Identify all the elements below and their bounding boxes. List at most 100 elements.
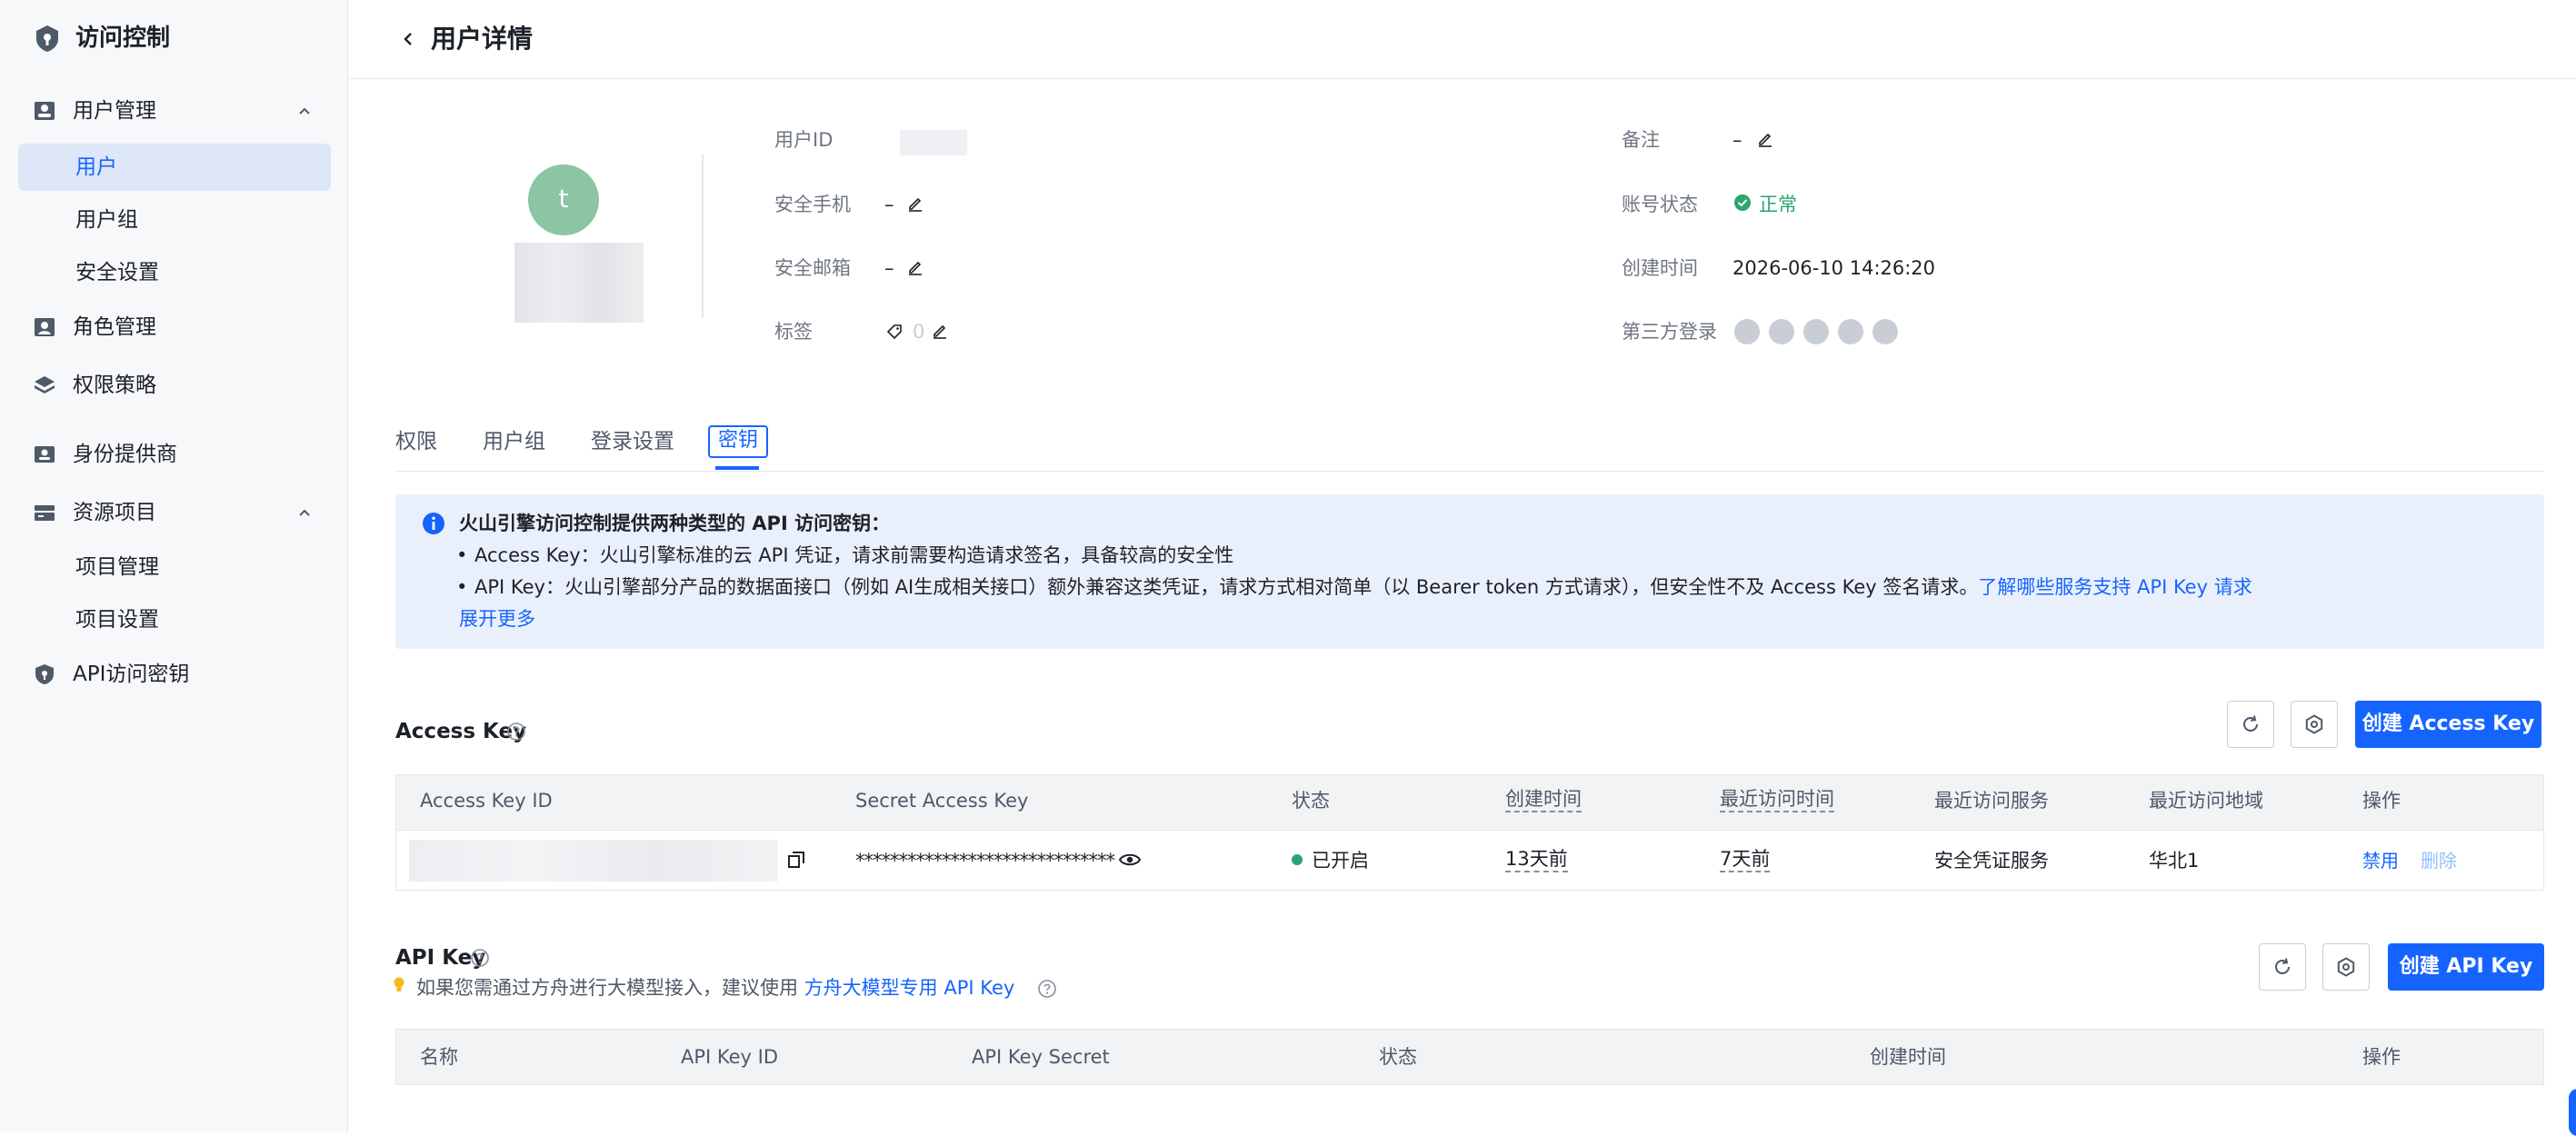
info-title: 火山引擎访问控制提供两种类型的 API 访问密钥： [459,513,891,534]
status-dot [1292,854,1303,865]
shield-key-icon [35,664,54,684]
toutiao-login-icon [1838,319,1863,344]
remark-label: 备注 [1622,129,1660,151]
secret-access-key-masked: ****************************** [855,850,1115,872]
col-last-access-time: 最近访问时间 [1720,787,1834,812]
security-phone-value: – [884,194,894,215]
page-title: 用户详情 [431,24,534,54]
access-key-id-blurred [409,840,778,882]
tab-permissions[interactable]: 权限 [395,426,437,457]
account-status-label: 账号状态 [1622,194,1698,215]
tag-icon [886,324,902,340]
col-actions: 操作 [2362,1046,2401,1068]
status-enabled: 已开启 [1312,850,1369,872]
page-header [348,0,2576,79]
ark-api-key-link[interactable]: 方舟大模型专用 API Key [804,977,1015,999]
sidebar-item-user-management[interactable]: 用户管理 [0,87,347,135]
sidebar-subitem-label: 用户组 [75,208,138,232]
delete-link[interactable]: 删除 [2421,847,2457,874]
col-status: 状态 [1292,790,1330,812]
edit-icon[interactable] [906,194,924,213]
info-bullet-access-key: Access Key：火山引擎标准的云 API 凭证，请求前需要构造请求签名，具… [474,544,1234,566]
tab-active-indicator [715,466,759,470]
sidebar: 访问控制 用户管理 用户 用户组 安全设置 角色管理 权限策略 身份提供商 资源… [0,0,348,1132]
edit-icon[interactable] [1756,130,1774,148]
sidebar-subitem-user-group[interactable]: 用户组 [18,196,331,244]
refresh-button[interactable] [2259,943,2306,991]
copy-icon[interactable] [785,849,807,871]
account-status-value: 正常 [1759,194,1797,215]
info-bullet-dot: • [456,576,468,598]
policy-layers-icon [35,376,55,394]
col-created-time: 创建时间 [1505,787,1582,812]
col-name: 名称 [420,1046,458,1068]
col-last-access-service: 最近访问服务 [1934,790,2049,812]
help-circle-icon[interactable] [1037,979,1057,999]
disable-link[interactable]: 禁用 [2362,847,2399,874]
blurred-user-name [514,243,644,323]
refresh-button[interactable] [2227,701,2274,748]
douyin-login-icon [1803,319,1829,344]
sidebar-item-label: 资源项目 [73,501,156,524]
edit-icon[interactable] [931,322,949,340]
tab-divider [395,471,2544,472]
back-arrow-icon[interactable] [397,28,419,50]
sidebar-subitem-user[interactable]: 用户 [18,144,331,191]
api-key-hint: 如果您需通过方舟进行大模型接入，建议使用 方舟大模型专用 API Key [416,974,1014,1001]
sidebar-subitem-security-settings[interactable]: 安全设置 [18,249,331,296]
sidebar-subitem-label: 项目管理 [75,555,159,579]
tab-keys[interactable]: 密钥 [708,425,768,458]
refresh-icon [2243,715,2258,732]
last-access-relative-time: 7天前 [1720,847,1771,872]
create-api-key-button[interactable]: 创建 API Key [2388,943,2544,991]
tab-login-settings[interactable]: 登录设置 [591,426,674,457]
col-actions: 操作 [2362,790,2401,812]
remark-value: – [1732,129,1742,151]
gear-icon [2337,957,2355,977]
settings-button[interactable] [2291,701,2338,748]
api-key-hint-text: 如果您需通过方舟进行大模型接入，建议使用 [416,977,798,999]
sidebar-item-role-management[interactable]: 角色管理 [0,304,347,351]
third-party-login-label: 第三方登录 [1622,321,1717,343]
sidebar-item-api-access-key[interactable]: API访问密钥 [0,651,347,698]
col-api-key-secret: API Key Secret [972,1046,1110,1068]
info-bullet-dot: • [456,544,468,566]
info-bullet-api-key-text: API Key：火山引擎部分产品的数据面接口（例如 AI生成相关接口）额外兼容这… [474,576,1979,598]
sidebar-item-label: 角色管理 [73,315,156,339]
settings-button[interactable] [2322,943,2370,991]
user-id-value-blurred [900,130,967,155]
sidebar-item-resource-project[interactable]: 资源项目 [0,489,347,536]
expand-more-link[interactable]: 展开更多 [459,605,535,633]
profile-divider [702,154,704,318]
col-created-time: 创建时间 [1870,1046,1946,1068]
bytedance-login-icon [1734,319,1760,344]
edit-icon[interactable] [906,258,924,276]
sidebar-item-policy[interactable]: 权限策略 [0,362,347,409]
sidebar-subitem-project-management[interactable]: 项目管理 [18,543,331,591]
help-circle-icon[interactable] [506,722,526,742]
last-access-service: 安全凭证服务 [1934,850,2049,872]
tab-user-group[interactable]: 用户组 [483,426,545,457]
chevron-up-icon [299,107,310,115]
sidebar-item-identity-provider[interactable]: 身份提供商 [0,431,347,478]
sidebar-item-label: 权限策略 [73,374,156,397]
col-last-access-region: 最近访问地域 [2149,790,2263,812]
create-access-key-button[interactable]: 创建 Access Key [2355,701,2541,748]
security-email-label: 安全邮箱 [774,257,851,279]
tags-label: 标签 [774,321,813,343]
col-secret-access-key: Secret Access Key [855,790,1029,812]
help-circle-icon[interactable] [470,948,490,968]
col-status: 状态 [1379,1046,1417,1068]
lightbulb-icon [394,977,404,992]
col-access-key-id: Access Key ID [420,790,553,812]
last-access-region: 华北1 [2149,850,2200,872]
created-time-value: 2026-06-10 14:26:20 [1732,257,1936,279]
refresh-icon [2275,958,2290,974]
sidebar-subitem-project-settings[interactable]: 项目设置 [18,596,331,643]
floating-help-button[interactable] [2569,1089,2576,1136]
gear-icon [2305,714,2323,734]
api-key-services-link[interactable]: 了解哪些服务支持 API Key 请求 [1978,576,2252,598]
tag-count: 0 [913,321,925,343]
eye-icon[interactable] [1118,849,1142,871]
xigua-login-icon [1872,319,1898,344]
